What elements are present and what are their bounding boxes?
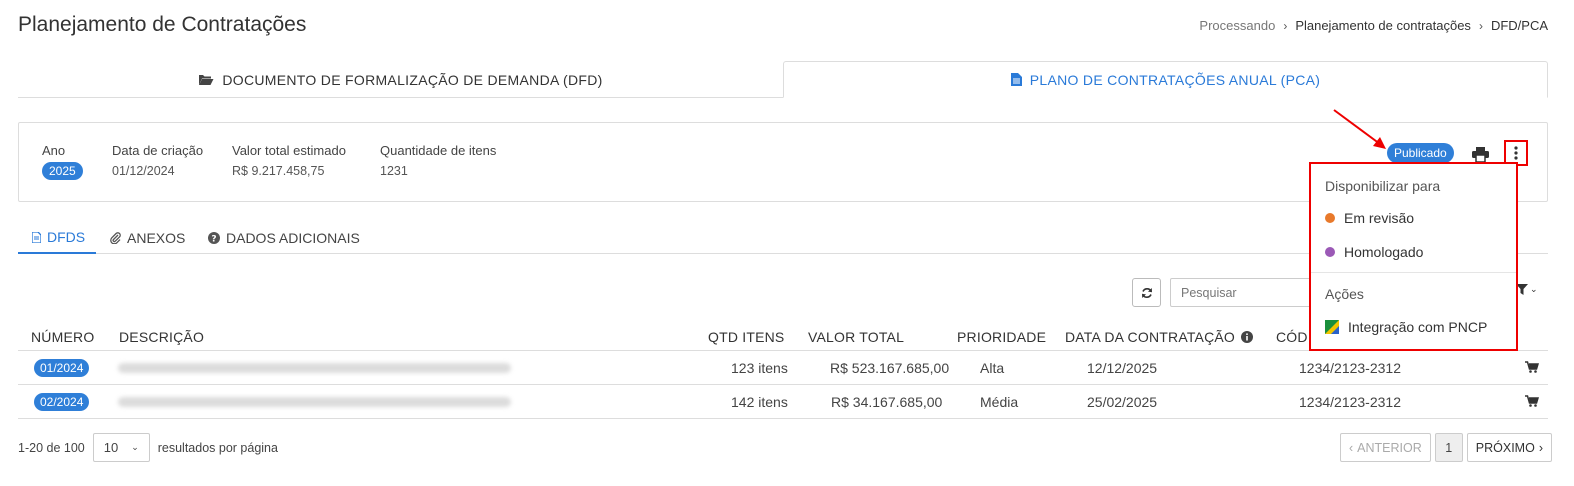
subtab-dfds-label: DFDs — [47, 229, 86, 245]
cart-icon[interactable] — [1525, 361, 1539, 373]
page-title: Planejamento de Contratações — [18, 13, 307, 36]
tab-dfd-label: Documento de Formalização de Demanda (DF… — [222, 71, 603, 88]
question-circle-icon: ? — [208, 232, 220, 244]
breadcrumb-item-current: DFD/PCA — [1490, 18, 1548, 33]
chevron-right-icon: › — [1478, 18, 1483, 33]
prev-label: ANTERIOR — [1357, 440, 1422, 455]
tab-pca-label: Plano de Contratações Anual (PCA) — [1029, 71, 1321, 88]
prev-page-button[interactable]: ‹ ANTERIOR — [1340, 433, 1431, 462]
row-data: 12/12/2025 — [1087, 360, 1158, 376]
subtab-anexos[interactable]: Anexos — [110, 222, 185, 254]
file-icon — [1010, 73, 1022, 86]
total-field: Valor total estimado R$ 9.217.458,75 — [232, 143, 346, 178]
file-icon — [32, 231, 41, 243]
chevron-down-icon: ⌄ — [1530, 284, 1538, 294]
info-icon[interactable] — [1241, 331, 1254, 343]
row-number-badge[interactable]: 01/2024 — [34, 359, 90, 377]
pagination-controls: ‹ ANTERIOR 1 PRÓXIMO › — [1340, 433, 1552, 462]
dropdown-header-disponibilizar: Disponibilizar para — [1325, 178, 1441, 194]
breadcrumb-item-planejamento[interactable]: Planejamento de contratações — [1295, 18, 1471, 33]
status-dot-icon — [1325, 213, 1335, 223]
row-qtd: 123 itens — [731, 360, 788, 376]
chevron-right-icon: › — [1283, 18, 1288, 33]
menu-item-em-revisao[interactable]: Em revisão — [1325, 210, 1414, 226]
filter-button[interactable]: ⌄ — [1516, 284, 1538, 295]
chevron-left-icon: ‹ — [1349, 440, 1354, 455]
row-valor: R$ 523.167.685,00 — [830, 360, 950, 376]
tab-dfd[interactable]: Documento de Formalização de Demanda (DF… — [18, 61, 783, 98]
redacted-description — [118, 397, 511, 407]
table-row[interactable]: 01/2024 123 itens R$ 523.167.685,00 Alta… — [18, 351, 1548, 385]
next-label: PRÓXIMO — [1475, 440, 1535, 455]
menu-item-homologado[interactable]: Homologado — [1325, 244, 1423, 260]
per-page-label: resultados por página — [157, 440, 278, 455]
menu-item-integracao-pncp[interactable]: Integração com PNCP — [1325, 319, 1487, 335]
redacted-description — [118, 363, 511, 373]
year-field: Ano 2025 — [42, 143, 83, 180]
tab-pca[interactable]: Plano de Contratações Anual (PCA) — [783, 61, 1548, 98]
subtab-anexos-label: Anexos — [127, 230, 186, 246]
table-row[interactable]: 02/2024 142 itens R$ 34.167.685,00 Média… — [18, 385, 1548, 419]
total-value: R$ 9.217.458,75 — [232, 164, 325, 178]
status-dot-icon — [1325, 247, 1335, 257]
col-numero[interactable]: NÚMERO — [31, 329, 94, 345]
print-icon — [1471, 146, 1489, 162]
col-data-label: DATA DA CONTRATAÇÃO — [1065, 329, 1236, 345]
row-valor: R$ 34.167.685,00 — [831, 394, 943, 410]
annotation-arrow-icon — [1333, 109, 1386, 149]
vertical-dots-icon — [1514, 146, 1518, 160]
next-page-button[interactable]: PRÓXIMO › — [1466, 433, 1552, 462]
col-descricao[interactable]: DESCRIÇÃO — [119, 329, 204, 345]
qty-value: 1231 — [380, 164, 408, 178]
refresh-icon — [1141, 287, 1152, 298]
row-prioridade: Média — [980, 394, 1019, 410]
year-label: Ano — [42, 143, 66, 158]
paperclip-icon — [110, 232, 121, 244]
row-qtd: 142 itens — [731, 394, 788, 410]
col-codigo[interactable]: CÓD — [1276, 329, 1308, 345]
row-number-badge[interactable]: 02/2024 — [34, 393, 90, 411]
created-label: Data de criação — [112, 143, 204, 158]
subtab-dfds[interactable]: DFDs — [18, 222, 96, 254]
menu-item-label: Homologado — [1344, 244, 1424, 260]
chevron-right-icon: › — [1538, 440, 1543, 455]
breadcrumb: Processando › Planejamento de contrataçõ… — [1199, 18, 1548, 33]
per-page-value: 10 — [103, 440, 119, 455]
page-number-button[interactable]: 1 — [1434, 433, 1463, 462]
year-badge: 2025 — [42, 162, 83, 180]
col-qtd-itens[interactable]: QTD ITENS — [708, 329, 784, 345]
row-codigo: 1234/2123-2312 — [1299, 394, 1401, 410]
menu-item-label: Em revisão — [1344, 210, 1415, 226]
subtab-dados-label: Dados Adicionais — [226, 230, 360, 246]
col-data-contratacao[interactable]: DATA DA CONTRATAÇÃO — [1065, 329, 1254, 345]
options-dropdown: Disponibilizar para Em revisão Homologad… — [1309, 162, 1518, 351]
dropdown-header-acoes: Ações — [1325, 286, 1364, 302]
row-prioridade: Alta — [980, 360, 1005, 376]
total-label: Valor total estimado — [232, 143, 346, 158]
created-field: Data de criação 01/12/2024 — [112, 143, 203, 178]
row-data: 25/02/2025 — [1087, 394, 1158, 410]
refresh-button[interactable] — [1132, 278, 1161, 307]
subtab-dados-adicionais[interactable]: ? Dados Adicionais — [208, 222, 360, 254]
dropdown-divider — [1311, 272, 1516, 273]
cart-icon[interactable] — [1525, 395, 1539, 407]
qty-label: Quantidade de itens — [380, 143, 497, 158]
pncp-logo-icon — [1325, 320, 1339, 334]
folder-open-icon — [199, 75, 214, 85]
status-badge: Publicado — [1387, 143, 1454, 163]
chevron-down-icon: ⌄ — [131, 442, 139, 452]
col-valor-total[interactable]: VALOR TOTAL — [808, 329, 904, 345]
row-codigo: 1234/2123-2312 — [1299, 360, 1401, 376]
col-prioridade[interactable]: PRIORIDADE — [957, 329, 1046, 345]
pagination-range: 1-20 de 100 — [18, 440, 85, 455]
menu-item-label: Integração com PNCP — [1348, 319, 1488, 335]
main-tabs: Documento de Formalização de Demanda (DF… — [18, 61, 1548, 98]
breadcrumb-item-processando[interactable]: Processando — [1199, 18, 1275, 33]
pagination-info: 1-20 de 100 10 ⌄ resultados por página — [18, 433, 278, 462]
svg-text:?: ? — [211, 234, 216, 244]
per-page-select[interactable]: 10 ⌄ — [92, 433, 150, 462]
qty-field: Quantidade de itens 1231 — [380, 143, 496, 178]
created-value: 01/12/2024 — [112, 164, 175, 178]
